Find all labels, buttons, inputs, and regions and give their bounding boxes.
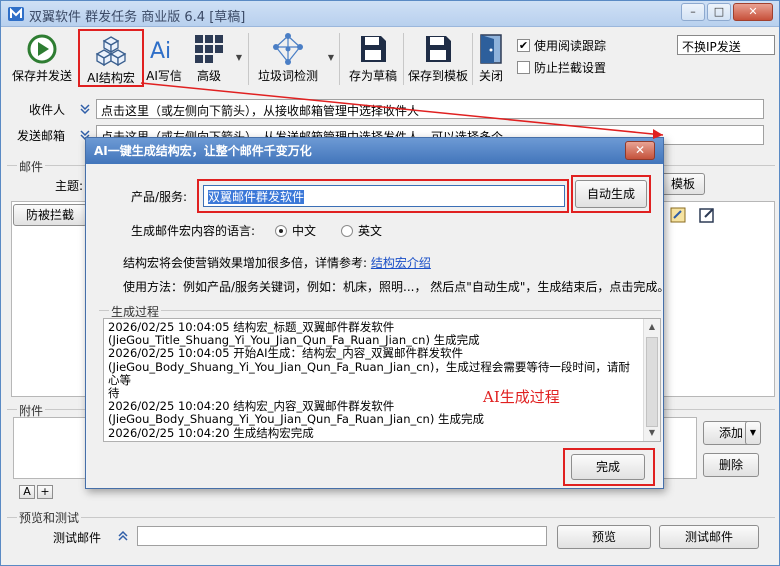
language-english-label: 英文	[358, 224, 383, 238]
window-title: 双翼软件 群发任务 商业版 6.4 [草稿]	[29, 10, 246, 25]
usage-text: 使用方法：例如产品/服务关键词，例如：机床，照明...， 然后点"自动生成"，生…	[123, 280, 670, 294]
edit-tools-icon[interactable]	[669, 206, 687, 224]
grid-icon	[195, 35, 223, 63]
maximize-button[interactable]: □	[707, 3, 731, 21]
product-label: 产品/服务:	[131, 190, 188, 204]
ai-progress-annotation: AI生成过程	[483, 388, 560, 406]
toolbar-separator	[472, 33, 473, 85]
anti-block-button[interactable]: 防被拦截	[13, 204, 87, 226]
tab-a[interactable]: A	[19, 485, 35, 499]
app-logo-icon	[8, 7, 24, 21]
close-task-label: 关闭	[478, 69, 503, 83]
preview-button[interactable]: 预览	[557, 525, 651, 549]
ai-macro-button[interactable]: AI结构宏	[78, 29, 144, 87]
preview-group-title: 预览和测试	[17, 509, 82, 526]
log-line: 2026/02/25 10:04:20 生成结构宏完成	[108, 425, 314, 440]
save-draft-button[interactable]: 存为草稿	[343, 29, 403, 87]
ai-write-label: AI写信	[146, 69, 182, 83]
door-exit-icon	[480, 34, 502, 64]
log-line: (JieGou_Body_Shuang_Yi_You_Jian_Qun_Fa_R…	[108, 412, 484, 427]
log-scrollbar[interactable]: ▲ ▼	[643, 319, 660, 441]
recipient-label: 收件人	[29, 103, 66, 117]
save-draft-label: 存为草稿	[348, 69, 397, 83]
network-icon	[273, 33, 303, 65]
log-line: 2026/02/25 10:04:05 开始AI生成：结构宏_内容_双翼邮件群发…	[108, 346, 463, 361]
ai-macro-dialog: AI一键生成结构宏，让整个邮件千变万化 ✕ 产品/服务: 双翼邮件群发软件 自动…	[85, 137, 669, 489]
delete-attachment-button[interactable]: 删除	[703, 453, 759, 477]
template-button[interactable]: 模板	[661, 173, 705, 195]
tab-plus[interactable]: +	[37, 485, 53, 499]
sender-label: 发送邮箱	[17, 129, 66, 143]
macro-intro-link[interactable]: 结构宏介绍	[371, 256, 431, 270]
close-window-button[interactable]: ✕	[733, 3, 773, 21]
scroll-up-arrow-icon[interactable]: ▲	[644, 319, 660, 335]
test-mail-button[interactable]: 测试邮件	[659, 525, 759, 549]
progress-log-lines: 2026/02/25 10:04:05 结构宏_标题_双翼邮件群发软件 (JieG…	[108, 320, 638, 440]
save-send-button[interactable]: 保存并发送	[7, 29, 77, 87]
dialog-title: AI一键生成结构宏，让整个邮件千变万化	[86, 138, 663, 164]
advanced-dropdown-arrow[interactable]: ▼	[232, 29, 246, 87]
ai-text-icon: Ai	[150, 39, 171, 64]
advanced-label: 高级	[196, 69, 221, 83]
toolbar: 保存并发送 AI结构宏 Ai AI写信 高级 ▼ 垃圾词检测 ▼ 存为草稿 保存…	[5, 29, 510, 89]
radio-empty-icon	[341, 224, 353, 237]
title-bar: 双翼软件 群发任务 商业版 6.4 [草稿] – □ ✕	[1, 1, 779, 27]
read-tracking-checkbox[interactable]: ✔ 使用阅读跟踪	[517, 37, 606, 54]
progress-group-border	[99, 310, 661, 311]
floppy-disk-icon	[361, 36, 386, 62]
ip-mode-select[interactable]: 不换IP发送	[677, 35, 775, 55]
floppy-disk-icon	[426, 36, 451, 62]
mail-group-title: 邮件	[17, 158, 46, 175]
language-chinese-label: 中文	[292, 224, 317, 238]
spam-check-button[interactable]: 垃圾词检测	[253, 29, 323, 87]
radio-selected-icon	[275, 224, 287, 237]
ai-macro-label: AI结构宏	[87, 71, 135, 85]
toolbar-separator	[403, 33, 404, 85]
subject-label: 主题:	[55, 179, 84, 193]
play-icon	[27, 34, 57, 64]
toolbar-separator	[248, 33, 249, 85]
test-mail-input[interactable]	[137, 526, 547, 546]
scroll-thumb[interactable]	[646, 337, 658, 427]
dialog-body: 产品/服务: 双翼邮件群发软件 自动生成 生成邮件宏内容的语言: 中文 英文 结…	[87, 164, 669, 488]
edit-icon[interactable]	[698, 206, 716, 224]
finish-button[interactable]: 完成	[571, 454, 645, 480]
main-window: 双翼软件 群发任务 商业版 6.4 [草稿] – □ ✕ 保存并发送 AI结构宏…	[0, 0, 780, 566]
svg-text:Ai: Ai	[150, 39, 171, 64]
checkbox-empty	[517, 61, 530, 74]
save-template-button[interactable]: 保存到模板	[405, 29, 471, 87]
log-line: (JieGou_Body_Shuang_Yi_You_Jian_Qun_Fa_R…	[108, 359, 630, 387]
product-input[interactable]: 双翼邮件群发软件	[203, 185, 565, 207]
preview-group-border	[7, 517, 775, 518]
recipient-field[interactable]: 点击这里（或左侧向下箭头），从接收邮箱管理中选择收件人	[96, 99, 764, 119]
language-english-radio[interactable]: 英文	[341, 222, 382, 239]
language-chinese-radio[interactable]: 中文	[275, 222, 316, 239]
save-template-label: 保存到模板	[407, 69, 468, 83]
checkmark-icon: ✔	[517, 39, 530, 52]
spam-check-dropdown-arrow[interactable]: ▼	[324, 29, 338, 87]
advanced-button[interactable]: 高级	[187, 29, 231, 87]
chevron-down-icon[interactable]	[79, 103, 91, 115]
minimize-button[interactable]: –	[681, 3, 705, 21]
chevron-up-icon[interactable]	[117, 530, 129, 542]
language-label: 生成邮件宏内容的语言:	[131, 224, 256, 238]
info-text-row: 结构宏将会使营销效果增加很多倍，详情参考: 结构宏介绍	[123, 254, 431, 271]
save-send-label: 保存并发送	[11, 69, 72, 83]
anti-block-label: 防止拦截设置	[534, 61, 607, 75]
dialog-close-button[interactable]: ✕	[625, 141, 655, 160]
test-mail-label: 测试邮件	[53, 531, 102, 545]
close-task-button[interactable]: 关闭	[474, 29, 508, 87]
info-text: 结构宏将会使营销效果增加很多倍，详情参考:	[123, 256, 368, 270]
ai-write-button[interactable]: Ai AI写信	[144, 29, 184, 87]
spam-check-label: 垃圾词检测	[257, 69, 318, 83]
product-input-value: 双翼邮件群发软件	[208, 190, 305, 204]
scroll-down-arrow-icon[interactable]: ▼	[644, 425, 660, 441]
add-dropdown-arrow[interactable]: ▼	[745, 421, 761, 445]
auto-generate-button[interactable]: 自动生成	[575, 180, 647, 208]
anti-block-checkbox[interactable]: 防止拦截设置	[517, 59, 606, 76]
progress-log[interactable]: 2026/02/25 10:04:05 结构宏_标题_双翼邮件群发软件 (JieG…	[103, 318, 661, 442]
toolbar-separator	[339, 33, 340, 85]
cubes-icon	[95, 36, 127, 67]
read-tracking-label: 使用阅读跟踪	[534, 39, 607, 53]
